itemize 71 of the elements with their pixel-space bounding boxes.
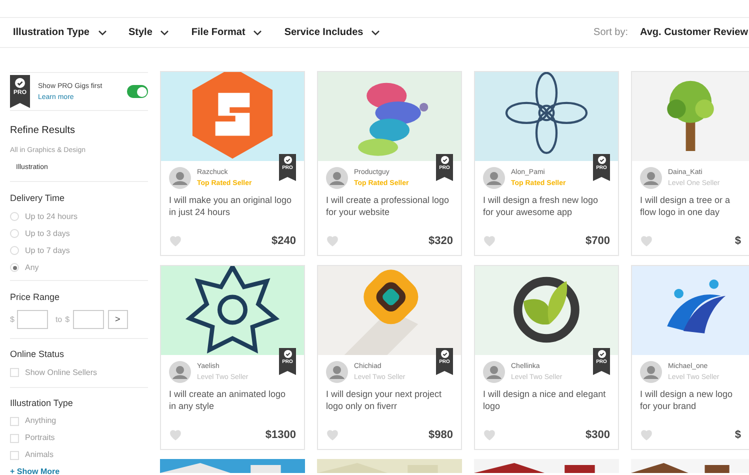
sort-dropdown[interactable]: Avg. Customer Review xyxy=(640,25,749,40)
toggle-switch[interactable] xyxy=(127,85,148,98)
avatar xyxy=(640,361,662,383)
avatar xyxy=(169,361,191,383)
avatar xyxy=(326,361,348,383)
price: $300 xyxy=(586,428,610,442)
filter-dropdown[interactable]: File Format xyxy=(191,25,262,40)
gig-title[interactable]: I will make you an original logo in just 24 hours xyxy=(169,194,296,218)
section-title: Online Status xyxy=(10,348,66,361)
option-label: Show Online Sellers xyxy=(25,366,98,378)
avatar xyxy=(326,167,348,189)
heart-icon[interactable] xyxy=(326,234,339,247)
checkbox[interactable] xyxy=(10,368,19,377)
apply-price-button[interactable]: > xyxy=(108,310,128,329)
heart-icon[interactable] xyxy=(640,428,653,441)
checkbox[interactable] xyxy=(10,434,19,442)
filter-dropdown[interactable]: Service Includes xyxy=(284,25,380,40)
gig-title[interactable]: I will design a nice and elegant logo xyxy=(483,388,610,412)
radio-button[interactable] xyxy=(10,229,19,238)
avatar xyxy=(169,167,191,189)
gig-title[interactable]: I will design a new logo for your brand xyxy=(640,388,741,412)
avatar xyxy=(640,167,662,189)
gig-title[interactable]: I will create a professional logo for your website xyxy=(326,194,453,218)
price: $ xyxy=(734,428,741,442)
avatar xyxy=(483,167,505,189)
heart-icon[interactable] xyxy=(483,428,496,441)
chevron-down-icon xyxy=(98,30,106,36)
price: $320 xyxy=(428,234,453,248)
min-price-field[interactable] xyxy=(17,310,48,329)
radio-button[interactable] xyxy=(10,263,19,272)
filter-dropdown[interactable]: Style xyxy=(128,25,170,40)
option-label: Up to 3 days xyxy=(25,228,70,240)
section-title: Delivery Time xyxy=(10,192,66,205)
currency-label: $ xyxy=(10,314,14,326)
radio-button[interactable] xyxy=(10,246,19,255)
option-label: Anything xyxy=(25,415,56,427)
gig-title[interactable]: I will design a fresh new logo for your awesome app xyxy=(483,194,610,218)
price: $980 xyxy=(428,428,453,442)
show-more-link[interactable]: + Show More xyxy=(10,466,148,475)
option-label: Any xyxy=(25,262,39,274)
checkbox[interactable] xyxy=(10,416,19,426)
price: $700 xyxy=(586,234,610,248)
heart-icon[interactable] xyxy=(483,234,496,247)
heart-icon[interactable] xyxy=(640,234,653,247)
gig-title[interactable]: I will create an animated logo in any style xyxy=(169,388,296,412)
option-label: Up to 7 days xyxy=(25,244,70,256)
chevron-down-icon xyxy=(160,30,170,36)
chevron-down-icon xyxy=(253,30,262,36)
gig-title[interactable]: I will design your next project logo only on fiverr xyxy=(326,388,453,412)
filter-dropdown[interactable]: Illustration Type xyxy=(13,25,106,40)
gig-title[interactable]: I will design a tree or a flow logo in one day xyxy=(640,194,741,218)
section-title: Price Range xyxy=(10,290,61,304)
option-label: Animals xyxy=(25,449,54,461)
price: $1300 xyxy=(265,428,296,442)
chevron-down-icon xyxy=(371,30,380,36)
price: $ xyxy=(734,234,741,248)
checkbox[interactable] xyxy=(10,450,19,460)
avatar xyxy=(483,361,505,383)
option-label: Portraits xyxy=(25,432,55,444)
section-title: Illustration Type xyxy=(10,396,74,410)
sort-label: Sort by: xyxy=(594,26,628,40)
heart-icon[interactable] xyxy=(169,234,182,247)
option-label: Up to 24 hours xyxy=(25,210,78,222)
heart-icon[interactable] xyxy=(326,428,339,441)
price: $240 xyxy=(272,234,296,248)
to-label: to xyxy=(55,314,62,326)
section-title: Refine Results xyxy=(10,124,76,138)
currency-label: $ xyxy=(65,314,70,326)
radio-button[interactable] xyxy=(10,212,19,221)
max-price-field[interactable] xyxy=(72,310,104,329)
heart-icon[interactable] xyxy=(169,428,182,441)
